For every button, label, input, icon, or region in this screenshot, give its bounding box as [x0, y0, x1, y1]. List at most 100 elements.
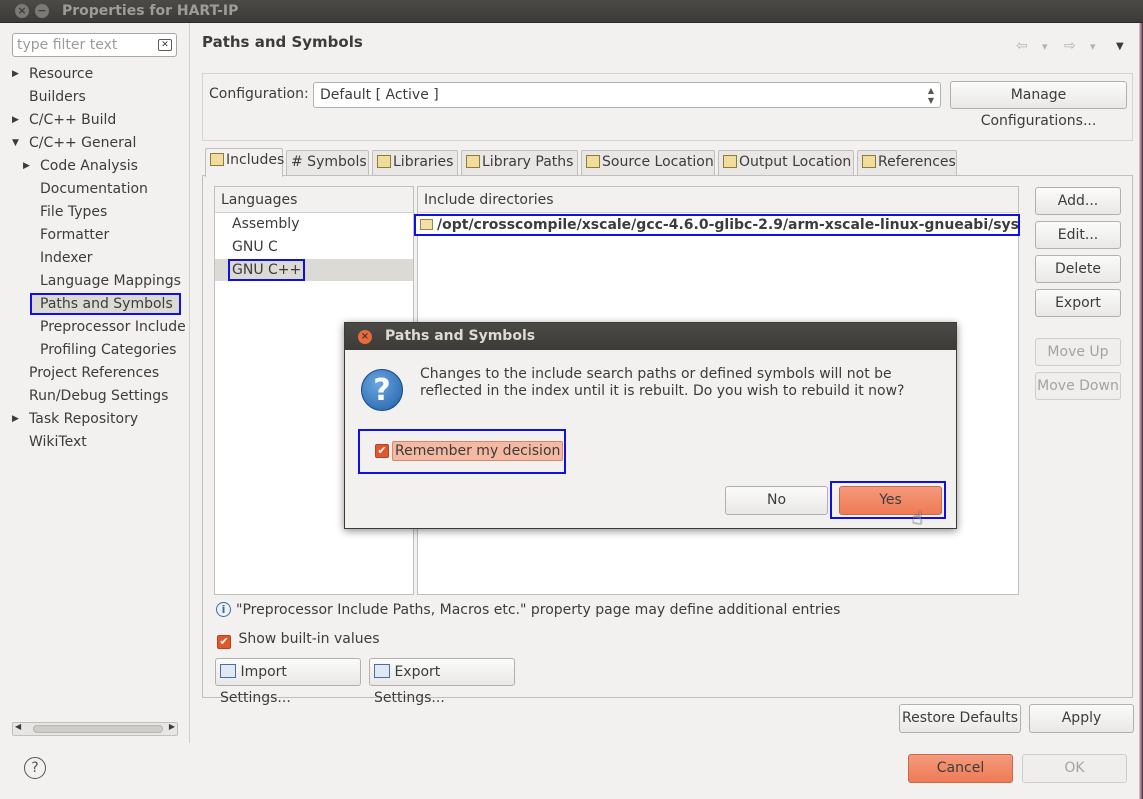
sidebar-horizontal-scrollbar[interactable]: ◀ ▶ — [12, 722, 178, 736]
scrollbar-thumb[interactable] — [33, 725, 163, 733]
language-label: GNU C — [232, 239, 278, 255]
tab-includes[interactable]: Includes — [205, 148, 285, 177]
sidebar-item-task-repository[interactable]: Task Repository — [29, 408, 138, 430]
checkbox-checked-icon[interactable]: ✔ — [217, 635, 231, 649]
view-menu-icon[interactable]: ▼ — [1116, 41, 1124, 52]
language-item[interactable]: GNU C++ — [215, 259, 413, 281]
hand-cursor-icon: ☝ — [912, 508, 923, 529]
tab-label: References — [878, 154, 956, 170]
pane-divider[interactable] — [189, 23, 190, 743]
includes-icon — [210, 153, 224, 166]
export-button[interactable]: Export — [1035, 289, 1121, 317]
collapsed-arrow-icon[interactable]: ▶ — [12, 408, 22, 430]
question-icon: ? — [361, 369, 403, 411]
scroll-right-icon[interactable]: ▶ — [169, 722, 175, 731]
add-button[interactable]: Add... — [1035, 187, 1121, 215]
selected-language-highlight — [228, 259, 305, 281]
sidebar-item-formatter[interactable]: Formatter — [40, 224, 109, 246]
sidebar-item-code-analysis[interactable]: Code Analysis — [40, 155, 138, 177]
desktop-edge — [1139, 23, 1143, 799]
info-icon: i — [216, 602, 231, 617]
manage-configurations-button[interactable]: Manage Configurations... — [950, 81, 1127, 129]
cancel-button[interactable]: Cancel — [908, 754, 1013, 783]
sidebar-item-profiling-categories[interactable]: Profiling Categories — [40, 339, 176, 361]
sidebar-item-builders[interactable]: Builders — [29, 86, 86, 108]
page-title: Paths and Symbols — [202, 33, 363, 51]
yes-button[interactable]: Yes — [839, 486, 942, 515]
library-paths-icon — [466, 155, 480, 168]
scroll-left-icon[interactable]: ◀ — [15, 722, 21, 731]
folder-icon — [420, 219, 433, 230]
clear-filter-icon[interactable]: ✕ — [158, 39, 172, 51]
filter-input[interactable] — [13, 34, 153, 56]
tab-label: Output Location — [739, 154, 852, 170]
collapsed-arrow-icon[interactable]: ▶ — [12, 63, 22, 85]
show-builtin-values-checkbox[interactable]: ✔ Show built-in values — [217, 631, 380, 649]
sidebar-item-project-references[interactable]: Project References — [29, 362, 159, 384]
configuration-value: Default [ Active ] — [320, 87, 439, 103]
references-icon — [862, 155, 876, 168]
sidebar-item-c-c-build[interactable]: C/C++ Build — [29, 109, 116, 131]
configuration-combo[interactable]: Default [ Active ] ▲ ▼ — [313, 82, 941, 108]
tab-symbols[interactable]: # Symbols — [286, 150, 369, 175]
window-close-icon[interactable]: × — [15, 4, 29, 18]
forward-history-icon[interactable]: ▾ — [1090, 40, 1096, 53]
export-settings-button[interactable]: Export Settings... — [369, 658, 515, 706]
collapsed-arrow-icon[interactable]: ▶ — [23, 155, 33, 177]
apply-button[interactable]: Apply — [1029, 704, 1134, 733]
no-button[interactable]: No — [725, 486, 828, 515]
move-up-button[interactable]: Move Up — [1035, 338, 1121, 366]
sidebar-item-resource[interactable]: Resource — [29, 63, 93, 85]
export-icon — [374, 664, 390, 678]
help-icon[interactable]: ? — [24, 757, 46, 779]
edit-button[interactable]: Edit... — [1035, 221, 1121, 249]
include-directory-row[interactable]: /opt/crosscompile/xscale/gcc-4.6.0-glibc… — [414, 214, 1020, 236]
filter-field[interactable]: ✕ — [12, 33, 177, 57]
remember-checkbox[interactable]: ✔ — [375, 444, 389, 458]
import-settings-button[interactable]: Import Settings... — [215, 658, 361, 706]
language-item[interactable]: Assembly — [215, 213, 413, 235]
language-label: Assembly — [232, 216, 300, 232]
tab-label: Source Location — [602, 154, 714, 170]
sidebar-item-file-types[interactable]: File Types — [40, 201, 107, 223]
source-location-icon — [586, 155, 600, 168]
window-title: Properties for HART-IP — [62, 3, 239, 19]
tab-output-location[interactable]: Output Location — [718, 150, 854, 175]
back-icon[interactable]: ⇦ — [1016, 38, 1028, 54]
remember-decision-label[interactable]: Remember my decision — [392, 441, 564, 461]
tab-library-paths[interactable]: Library Paths — [461, 150, 578, 175]
sidebar-item-preprocessor-include[interactable]: Preprocessor Include — [40, 316, 186, 338]
sidebar-item-paths-and-symbols[interactable]: Paths and Symbols — [30, 293, 181, 315]
import-icon — [220, 664, 236, 678]
collapsed-arrow-icon[interactable]: ▶ — [12, 109, 22, 131]
languages-header[interactable]: Languages — [215, 187, 413, 213]
sidebar-item-c-c-general[interactable]: C/C++ General — [29, 132, 136, 154]
forward-icon[interactable]: ⇨ — [1064, 38, 1076, 54]
show-builtin-values-label: Show built-in values — [238, 631, 380, 647]
sidebar-item-documentation[interactable]: Documentation — [40, 178, 148, 200]
sidebar-item-wikitext[interactable]: WikiText — [29, 431, 87, 453]
dialog-close-icon[interactable]: × — [358, 330, 372, 344]
sidebar-item-run-debug-settings[interactable]: Run/Debug Settings — [29, 385, 168, 407]
configuration-label: Configuration: — [209, 86, 309, 102]
tab-source-location[interactable]: Source Location — [581, 150, 715, 175]
sidebar-item-language-mappings[interactable]: Language Mappings — [40, 270, 181, 292]
move-down-button[interactable]: Move Down — [1035, 372, 1121, 400]
tab-label: Includes — [226, 152, 285, 168]
output-location-icon — [723, 155, 737, 168]
sidebar-item-indexer[interactable]: Indexer — [40, 247, 92, 269]
tab-libraries[interactable]: Libraries — [372, 150, 458, 175]
back-history-icon[interactable]: ▾ — [1042, 40, 1048, 53]
window-minimize-icon[interactable]: − — [35, 4, 49, 18]
ok-button[interactable]: OK — [1022, 754, 1127, 783]
language-item[interactable]: GNU C — [215, 236, 413, 258]
expanded-arrow-icon[interactable]: ▼ — [12, 132, 22, 154]
restore-defaults-button[interactable]: Restore Defaults — [899, 704, 1021, 733]
delete-button[interactable]: Delete — [1035, 255, 1121, 283]
tab-label: Library Paths — [482, 154, 574, 170]
info-message: i "Preprocessor Include Paths, Macros etc… — [216, 602, 840, 618]
rebuild-dialog: × Paths and Symbols ? Changes to the inc… — [344, 322, 957, 529]
tab-references[interactable]: References — [857, 150, 957, 175]
include-directories-header[interactable]: Include directories — [418, 187, 1018, 213]
tab-label: Libraries — [393, 154, 454, 170]
